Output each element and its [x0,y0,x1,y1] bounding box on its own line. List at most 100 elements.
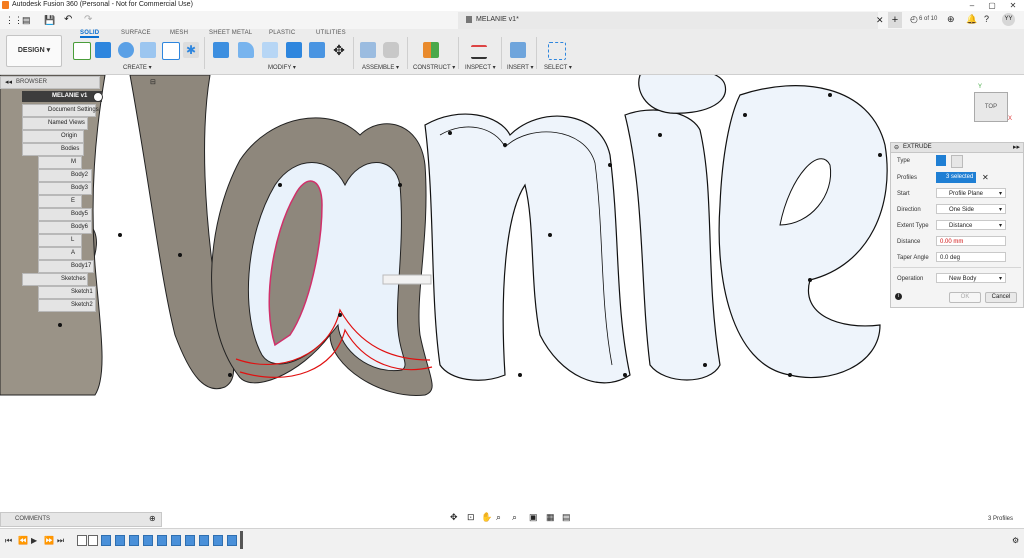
go-to-end-icon[interactable]: ⏭ [57,536,64,546]
distance-input[interactable]: 0.00 mm [936,236,1006,246]
look-at-icon[interactable]: ⊡ [467,512,475,523]
timeline-extrude[interactable] [129,535,139,546]
ok-button[interactable]: OK [949,292,981,303]
timeline-settings-icon[interactable]: ⚙ [1012,536,1019,545]
browser-body-a[interactable]: A [38,247,82,260]
extensions-icon[interactable]: ⊕ [947,14,955,25]
pan-icon[interactable]: ✋ [481,512,492,523]
close-tab-icon[interactable]: ✕ [876,15,884,26]
zoom-icon[interactable]: ⌕ [496,512,501,523]
tab-solid[interactable]: SOLID [80,30,100,38]
viewcube[interactable]: TOP [974,92,1008,122]
insert-menu[interactable]: INSERT ▾ [507,64,533,71]
measure-icon[interactable] [471,45,487,59]
comments-toggle-icon[interactable]: ⊕ [149,514,156,523]
undo-icon[interactable]: ↶ [64,14,72,25]
play-icon[interactable]: ▶ [31,536,37,545]
browser-body-3[interactable]: Body3 [38,182,92,195]
profile-letter-e[interactable] [718,85,888,379]
browser-body-6[interactable]: Body6 [38,221,92,234]
browser-header[interactable]: ◂◂ BROWSER [0,76,100,89]
timeline-marker[interactable] [240,531,243,549]
extent-type-select[interactable]: Distance ▾ [936,220,1006,230]
timeline-extrude[interactable] [185,535,195,546]
timeline-extrude[interactable] [101,535,111,546]
tab-utilities[interactable]: UTILITIES [316,30,346,36]
press-pull-icon[interactable] [213,42,229,58]
job-status-icon[interactable]: ◴ [910,14,918,25]
tab-mesh[interactable]: MESH [170,30,188,36]
workspace-switcher[interactable]: DESIGN ▾ [6,35,62,67]
fillet-icon[interactable] [238,42,254,58]
extrude-icon[interactable] [95,42,111,58]
timeline-extrude[interactable] [115,535,125,546]
notifications-icon[interactable]: 🔔 [966,14,977,25]
create-sketch-icon[interactable] [73,42,91,60]
browser-root[interactable]: MELANIE v1 [22,91,102,102]
select-box-icon[interactable] [548,42,566,60]
close-icon[interactable]: ✕ [1003,0,1023,11]
browser-sketch-2[interactable]: Sketch2 [38,299,96,312]
collapse-dialog-icon[interactable]: ⊖ [894,144,899,151]
construct-menu[interactable]: CONSTRUCT ▾ [413,64,455,71]
display-settings-icon[interactable]: ▣ [529,512,538,523]
timeline-extrude[interactable] [227,535,237,546]
offset-plane-icon[interactable] [423,42,439,58]
orbit-icon[interactable]: ✥ [450,512,458,523]
new-tab-icon[interactable]: + [888,12,902,28]
shell-icon[interactable] [309,42,325,58]
timeline-extrude[interactable] [213,535,223,546]
revolve-icon[interactable] [118,42,134,58]
inspect-menu[interactable]: INSPECT ▾ [465,64,496,71]
timeline-extrude[interactable] [157,535,167,546]
grid-snaps-icon[interactable]: ▦ [546,512,555,523]
comments-panel[interactable]: COMMENTS ⊕ [0,512,162,527]
timeline-sketch[interactable] [77,535,87,546]
joint-icon[interactable] [383,42,399,58]
go-to-start-icon[interactable]: ⏮ [5,536,12,546]
timeline-extrude[interactable] [171,535,181,546]
fit-icon[interactable]: ⌕ [512,512,517,523]
taper-angle-input[interactable]: 0.0 deg [936,252,1006,262]
browser-pin-icon[interactable]: ⊟ [150,78,156,86]
info-icon[interactable]: i [895,293,902,300]
direction-select[interactable]: One Side ▾ [936,204,1006,214]
selected-profile-n[interactable] [424,113,631,384]
chamfer-icon[interactable] [262,42,278,58]
browser-body-5[interactable]: Body5 [38,208,92,221]
cancel-button[interactable]: Cancel [985,292,1017,303]
browser-body-m[interactable]: M [38,156,82,169]
browser-body-l[interactable]: L [38,234,82,247]
hole-icon[interactable] [140,42,156,58]
minimize-icon[interactable]: – [962,0,982,11]
new-component-assemble-icon[interactable] [360,42,376,58]
combine-icon[interactable] [286,42,302,58]
design-canvas[interactable] [0,75,1024,512]
create-menu[interactable]: CREATE ▾ [123,64,152,71]
type-solid-icon[interactable] [936,155,946,166]
pattern-icon[interactable] [162,42,180,60]
browser-item-sketches[interactable]: Sketches [22,273,88,286]
assemble-menu[interactable]: ASSEMBLE ▾ [362,64,399,71]
start-select[interactable]: Profile Plane ▾ [936,188,1006,198]
clear-selection-icon[interactable]: ✕ [982,173,989,182]
modify-menu[interactable]: MODIFY ▾ [268,64,296,71]
activate-radio-icon[interactable] [93,92,103,102]
timeline-sketch[interactable] [88,535,98,546]
expand-dialog-icon[interactable]: ▸▸ [1013,143,1020,151]
tab-plastic[interactable]: PLASTIC [269,30,295,36]
operation-select[interactable]: New Body ▾ [936,273,1006,283]
step-back-icon[interactable]: ⏪ [18,536,28,545]
browser-sketch-1[interactable]: Sketch1 [38,286,96,299]
file-icon[interactable]: ▤ [22,15,31,26]
timeline-extrude[interactable] [143,535,153,546]
browser-body-e[interactable]: E [38,195,82,208]
maximize-icon[interactable]: ▢ [982,0,1002,11]
collapse-icon[interactable]: ◂◂ [5,78,12,86]
insert-image-icon[interactable] [510,42,526,58]
tab-surface[interactable]: SURFACE [121,30,151,36]
profiles-selector[interactable]: 3 selected [936,172,976,183]
distance-manipulator[interactable] [382,274,432,285]
help-icon[interactable]: ? [984,14,989,24]
extrude-header[interactable]: ⊖ EXTRUDE ▸▸ [891,143,1023,153]
